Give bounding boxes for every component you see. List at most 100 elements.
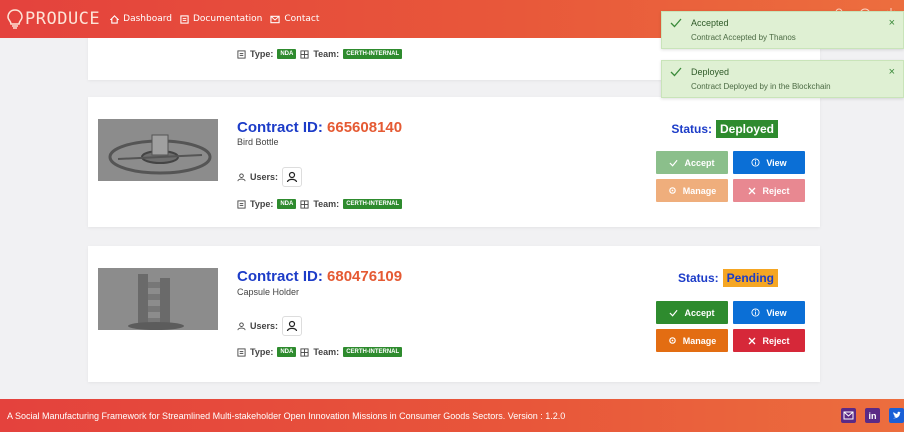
close-icon[interactable]: × [889,66,895,78]
view-button-label: View [766,307,787,318]
reject-button-label: Reject [762,185,790,196]
reject-button[interactable]: Reject [733,179,805,202]
contract-status: Status: Pending [678,269,778,287]
toast-message: Contract Accepted by Thanos [691,33,796,42]
nav-contact[interactable]: Contact [270,14,319,24]
contract-meta: Type: NDA Team: CERTH-INTERNAL [237,49,406,59]
footer-text: A Social Manufacturing Framework for Str… [7,410,566,421]
type-badge: NDA [277,49,297,59]
manage-button-label: Manage [682,185,717,196]
info-icon [751,158,760,167]
contract-status: Status: Deployed [671,120,778,138]
manage-button-label: Manage [682,335,717,346]
reject-button[interactable]: Reject [733,329,805,352]
type-badge: NDA [277,347,297,357]
contract-meta: Type: NDA Team: CERTH-INTERNAL [237,199,406,209]
type-badge: NDA [277,199,297,209]
twitter-icon[interactable] [889,408,904,423]
mail-icon [270,15,281,23]
toast-title: Accepted [691,18,729,28]
check-icon [669,159,679,167]
view-button[interactable]: View [733,301,805,324]
contract-users: Users: [237,167,303,187]
contract-thumbnail [98,268,218,330]
team-badge: CERTH-INTERNAL [343,347,403,357]
status-label: Status: [677,271,719,285]
user-avatar-button[interactable] [282,167,303,187]
check-icon [670,18,682,28]
toast-message: Contract Deployed by in the Blockchain [691,82,831,91]
contract-id: Contract ID: 680476109 [237,268,402,285]
home-icon [110,14,120,24]
manage-button[interactable]: Manage [656,329,728,352]
type-label: Type: [250,347,274,357]
logo-text: PRODUCE [25,9,101,29]
check-icon [669,309,679,317]
accept-button-label: Accept [684,157,715,168]
status-badge: Deployed [715,120,778,138]
nav-contact-label: Contact [284,14,320,24]
manage-button[interactable]: Manage [656,179,728,202]
gear-icon [668,187,676,194]
user-icon [286,320,298,332]
footer: A Social Manufacturing Framework for Str… [0,399,904,432]
view-button[interactable]: View [733,151,805,174]
gear-icon [668,337,676,344]
close-icon [749,337,756,344]
document-icon [237,199,246,209]
linkedin-icon[interactable]: in [865,408,880,423]
contract-users: Users: [237,316,303,336]
grid-icon [300,347,309,357]
check-icon [670,67,682,77]
type-label: Type: [250,49,274,59]
document-icon [180,14,189,24]
close-icon [749,187,756,194]
document-icon [237,49,246,59]
lightbulb-icon [7,9,23,29]
team-badge: CERTH-INTERNAL [343,199,403,209]
user-icon [286,171,298,183]
user-icon [237,172,246,181]
user-avatar-button[interactable] [282,316,303,336]
type-label: Type: [250,199,274,209]
view-button-label: View [766,157,787,168]
email-icon[interactable] [841,408,856,423]
team-label: Team: [313,347,340,357]
nav-documentation-label: Documentation [192,14,263,24]
contract-id-value: 680476109 [327,268,403,285]
nav-dashboard-label: Dashboard [123,14,172,24]
reject-button-label: Reject [762,335,790,346]
contract-card: Contract ID: 665608140 Bird Bottle Users… [88,97,820,227]
info-icon [751,308,760,317]
team-label: Team: [313,49,340,59]
contract-name: Bird Bottle [237,137,279,147]
status-label: Status: [671,122,712,136]
accept-button-label: Accept [684,307,715,318]
toast-deployed: Deployed Contract Deployed by in the Blo… [661,60,904,98]
contract-id-label: Contract ID: [237,119,323,136]
contract-id-label: Contract ID: [237,268,323,285]
team-badge: CERTH-INTERNAL [343,49,403,59]
user-icon [237,321,246,330]
social-links: in [841,408,904,423]
contract-card: Contract ID: 680476109 Capsule Holder Us… [88,246,820,382]
contract-meta: Type: NDA Team: CERTH-INTERNAL [237,347,406,357]
status-badge: Pending [722,269,778,287]
users-label: Users: [250,321,279,331]
close-icon[interactable]: × [889,17,895,29]
nav-dashboard[interactable]: Dashboard [110,14,172,24]
nav-documentation[interactable]: Documentation [180,14,262,24]
users-label: Users: [250,172,279,182]
contract-id-value: 665608140 [327,119,403,136]
grid-icon [300,199,309,209]
contract-thumbnail [98,119,218,181]
document-icon [237,347,246,357]
contract-name: Capsule Holder [237,287,300,297]
toast-accepted: Accepted Contract Accepted by Thanos × [661,11,904,49]
toast-title: Deployed [691,67,730,77]
team-label: Team: [313,199,340,209]
accept-button[interactable]: Accept [656,151,728,174]
contract-id: Contract ID: 665608140 [237,119,402,136]
produce-logo[interactable]: PRODUCE [6,9,100,29]
accept-button[interactable]: Accept [656,301,728,324]
